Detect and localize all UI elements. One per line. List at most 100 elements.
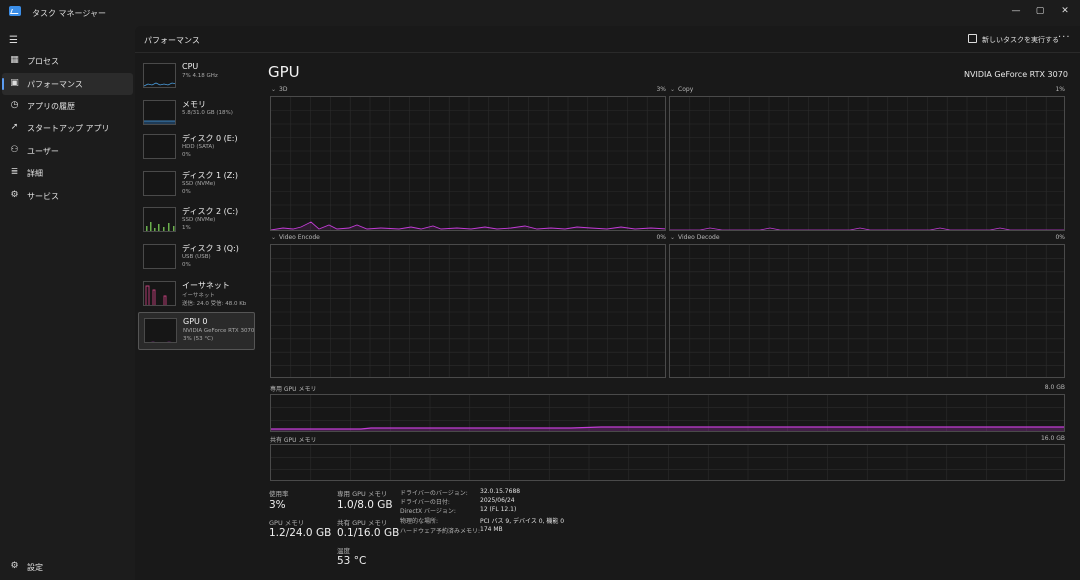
- engine-video-encode-selector[interactable]: ⌄ Video Encode: [271, 234, 320, 241]
- driver-version-key: ドライバーのバージョン:: [400, 490, 468, 497]
- dedicated-memory-label: 専用 GPU メモリ: [337, 490, 388, 498]
- driver-version-value: 32.0.15.7688: [480, 488, 521, 495]
- nav-item-performance[interactable]: ▣ パフォーマンス: [2, 73, 133, 95]
- gpu-model-name: NVIDIA GeForce RTX 3070: [964, 70, 1068, 79]
- device-detail: 7% 4.18 GHz: [182, 73, 218, 79]
- device-name: CPU: [182, 62, 199, 71]
- device-name: イーサネット: [182, 281, 230, 290]
- more-options-button[interactable]: ···: [1058, 32, 1071, 43]
- directx-version-key: DirectX バージョン:: [400, 508, 456, 515]
- dedicated-memory-line: [271, 426, 1064, 431]
- settings-label: 設定: [27, 563, 43, 572]
- engine-video-encode-graph: [270, 244, 666, 378]
- usage-value: 3%: [269, 499, 286, 511]
- performance-icon: ▣: [10, 78, 19, 88]
- nav-item-users[interactable]: ⚇ ユーザー: [2, 140, 133, 162]
- engine-copy-label: Copy: [678, 86, 694, 93]
- nav-label: ユーザー: [27, 147, 59, 156]
- navigation-pane: ☰ ▦ プロセス ▣ パフォーマンス ◷ アプリの履歴 ➚ スタートアップ アプ…: [0, 26, 135, 580]
- device-detail: SSD (NVMe): [182, 181, 216, 187]
- details-icon: ≣: [10, 167, 19, 177]
- content-header: パフォーマンス 新しいタスクを実行する ···: [135, 26, 1080, 53]
- engine-3d-selector[interactable]: ⌄ 3D: [271, 86, 287, 93]
- cpu-thumbnail-graph: [143, 63, 176, 88]
- gpu-memory-value: 1.2/24.0 GB: [269, 527, 332, 539]
- device-ethernet[interactable]: イーサネット イーサネット 送信: 24.0 受信: 48.0 Kb: [138, 277, 254, 313]
- nav-label: プロセス: [27, 57, 59, 66]
- device-disk-1[interactable]: ディスク 1 (Z:) SSD (NVMe) 0%: [138, 167, 254, 203]
- chevron-down-icon: ⌄: [670, 234, 676, 241]
- device-disk-3[interactable]: ディスク 3 (Q:) USB (USB) 0%: [138, 240, 254, 276]
- maximize-button[interactable]: ▢: [1030, 4, 1050, 18]
- driver-date-value: 2025/06/24: [480, 497, 515, 504]
- engine-video-encode-percent: 0%: [656, 234, 666, 241]
- engine-video-encode-label: Video Encode: [279, 234, 320, 241]
- device-detail: 5.8/31.0 GB (18%): [182, 110, 233, 116]
- device-detail: USB (USB): [182, 254, 211, 260]
- device-usage: 0%: [182, 152, 191, 158]
- minimize-button[interactable]: —: [1006, 4, 1026, 18]
- disk-3-thumbnail-graph: [143, 244, 176, 269]
- engine-3d-line: [271, 221, 665, 230]
- nav-item-startup-apps[interactable]: ➚ スタートアップ アプリ: [2, 117, 133, 139]
- device-throughput: 送信: 24.0 受信: 48.0 Kb: [182, 301, 247, 307]
- history-icon: ◷: [10, 100, 19, 110]
- shared-memory-label: 共有 GPU メモリ: [337, 519, 388, 527]
- gpu-heading: GPU: [268, 63, 300, 81]
- disk-1-thumbnail-graph: [143, 171, 176, 196]
- device-disk-0[interactable]: ディスク 0 (E:) HDD (SATA) 0%: [138, 130, 254, 166]
- engine-video-decode-graph: [669, 244, 1065, 378]
- nav-item-app-history[interactable]: ◷ アプリの履歴: [2, 95, 133, 117]
- device-detail: HDD (SATA): [182, 144, 215, 150]
- title-bar: タスク マネージャー — ▢ ✕: [0, 0, 1080, 26]
- startup-icon: ➚: [10, 122, 19, 132]
- engine-copy-selector[interactable]: ⌄ Copy: [670, 86, 693, 93]
- content-area: パフォーマンス 新しいタスクを実行する ··· CPU 7% 4.18 GHz …: [135, 26, 1080, 580]
- device-usage: 1%: [182, 225, 191, 231]
- nav-label: スタートアップ アプリ: [27, 124, 110, 133]
- engine-video-decode-percent: 0%: [1055, 234, 1065, 241]
- chevron-down-icon: ⌄: [670, 86, 676, 93]
- graph-grid: [271, 245, 665, 377]
- memory-thumbnail-graph: [143, 100, 176, 125]
- engine-video-decode-selector[interactable]: ⌄ Video Decode: [670, 234, 720, 241]
- reserved-memory-value: 174 MB: [480, 526, 503, 533]
- hamburger-icon[interactable]: ☰: [9, 35, 19, 46]
- device-name: メモリ: [182, 100, 206, 109]
- directx-version-value: 12 (FL 12.1): [480, 506, 517, 513]
- device-gpu-0[interactable]: GPU 0 NVIDIA GeForce RTX 3070 3% (53 °C): [138, 312, 255, 350]
- device-disk-2[interactable]: ディスク 2 (C:) SSD (NVMe) 1%: [138, 203, 254, 239]
- page-title: パフォーマンス: [144, 36, 200, 45]
- driver-date-key: ドライバーの日付:: [400, 499, 450, 506]
- gpu-memory-label: GPU メモリ: [269, 519, 305, 527]
- usage-label: 使用率: [269, 490, 289, 498]
- close-button[interactable]: ✕: [1055, 4, 1075, 18]
- nav-item-settings[interactable]: ⚙ 設定: [0, 560, 135, 576]
- nav-item-details[interactable]: ≣ 詳細: [2, 162, 133, 184]
- shared-memory-graph-label: 共有 GPU メモリ: [270, 437, 317, 444]
- nav-item-services[interactable]: ⚙ サービス: [2, 185, 133, 207]
- physical-location-key: 物理的な場所:: [400, 518, 439, 525]
- engine-3d-label: 3D: [279, 86, 288, 93]
- device-name: ディスク 0 (E:): [182, 134, 238, 143]
- device-cpu[interactable]: CPU 7% 4.18 GHz: [138, 59, 254, 95]
- device-name: ディスク 2 (C:): [182, 207, 239, 216]
- engine-3d-graph: [270, 96, 666, 231]
- nav-item-processes[interactable]: ▦ プロセス: [2, 50, 133, 72]
- disk-0-thumbnail-graph: [143, 134, 176, 159]
- gpu-thumbnail-graph: [144, 318, 177, 343]
- device-name: GPU 0: [183, 317, 208, 326]
- physical-location-value: PCI バス 9, デバイス 0, 機能 0: [480, 518, 565, 525]
- run-task-icon: [968, 34, 977, 43]
- services-icon: ⚙: [10, 190, 19, 200]
- device-memory[interactable]: メモリ 5.8/31.0 GB (18%): [138, 96, 254, 132]
- ethernet-thumbnail-graph: [143, 281, 176, 306]
- chevron-down-icon: ⌄: [271, 86, 277, 93]
- device-usage: 0%: [182, 189, 191, 195]
- nav-label: サービス: [27, 192, 59, 201]
- device-detail: イーサネット: [182, 293, 215, 299]
- shared-memory-graph: [270, 444, 1065, 481]
- dedicated-memory-graph: [270, 394, 1065, 432]
- dedicated-memory-graph-max: 8.0 GB: [1044, 384, 1065, 391]
- dedicated-memory-graph-label: 専用 GPU メモリ: [270, 386, 317, 393]
